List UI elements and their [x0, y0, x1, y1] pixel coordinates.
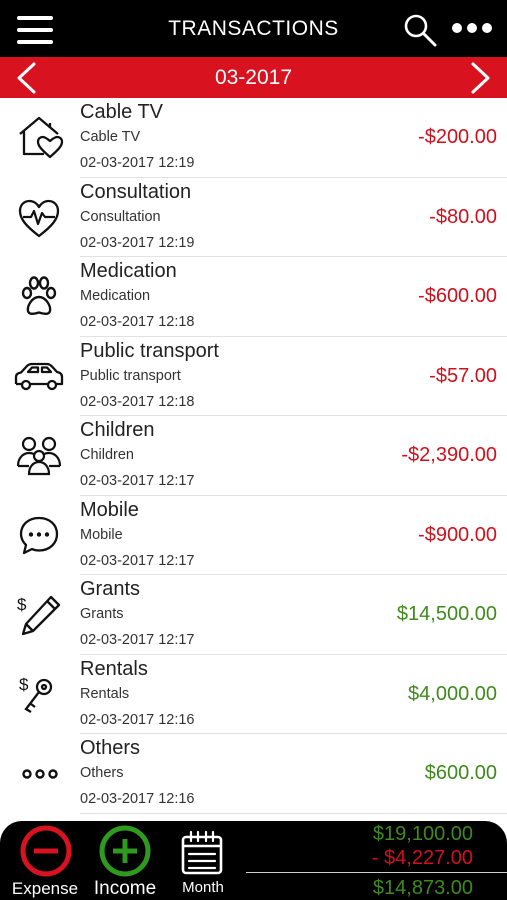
- transaction-date: 02-03-2017 12:17: [80, 552, 195, 569]
- dots-icon: [14, 750, 64, 796]
- transaction-name: Others: [80, 737, 141, 759]
- transaction-amount: -$600.00: [418, 285, 497, 307]
- current-month: 03-2017: [214, 66, 293, 89]
- expense-button[interactable]: Expense: [6, 821, 84, 900]
- transaction-row[interactable]: Others Others 02-03-2017 12:16 $600.00: [0, 734, 507, 814]
- transaction-row[interactable]: $ Grants Grants 02-03-2017 12:17 $14,500…: [0, 575, 507, 655]
- transaction-date: 02-03-2017 12:18: [80, 314, 195, 330]
- transaction-date: 02-03-2017 12:19: [80, 155, 195, 171]
- transaction-row[interactable]: Consultation Consultation 02-03-2017 12:…: [0, 178, 507, 257]
- transaction-amount: $600.00: [424, 762, 497, 784]
- income-label: Income: [93, 878, 157, 899]
- transaction-amount: $14,500.00: [396, 603, 497, 625]
- transaction-name: Cable TV: [80, 101, 164, 123]
- row-divider: [80, 812, 507, 814]
- transaction-row[interactable]: Mobile Mobile 02-03-2017 12:17 -$900.00: [0, 496, 507, 575]
- transaction-row[interactable]: $ Rentals Rentals 02-03-2017 12:16 $4,00…: [0, 655, 507, 734]
- dollar-pencil-icon: $: [14, 591, 64, 637]
- transaction-name: Children: [80, 419, 155, 441]
- transaction-name: Grants: [80, 578, 141, 600]
- transaction-note: Medication: [80, 288, 151, 304]
- search-icon[interactable]: [402, 12, 438, 48]
- transaction-note: Rentals: [80, 685, 130, 702]
- total-balance: $14,873.00: [372, 877, 473, 899]
- transaction-amount: -$900.00: [418, 523, 497, 546]
- plus-circle-icon: [98, 824, 152, 883]
- car-icon: [14, 353, 64, 399]
- transaction-row[interactable]: Public transport Public transport 02-03-…: [0, 337, 507, 416]
- transaction-name: Mobile: [80, 498, 139, 521]
- transaction-note: Mobile: [80, 526, 123, 543]
- transaction-note: Public transport: [80, 367, 181, 384]
- calendar-icon: [180, 830, 224, 881]
- transaction-date: 02-03-2017 12:17: [80, 473, 195, 489]
- transaction-row[interactable]: Cable TV Cable TV 02-03-2017 12:19 -$200…: [0, 98, 507, 178]
- transaction-amount: -$200.00: [418, 126, 497, 148]
- dollar-key-icon: $: [14, 671, 64, 717]
- total-income: $19,100.00: [372, 823, 473, 845]
- bottom-bar: Expense Income Month $19,100.00 - $4,227…: [0, 821, 507, 900]
- expense-label: Expense: [11, 879, 79, 898]
- transaction-name: Rentals: [80, 657, 148, 680]
- top-bar: TRANSACTIONS: [0, 0, 507, 57]
- month-button[interactable]: Month: [172, 821, 234, 900]
- more-dots-icon[interactable]: [450, 16, 494, 40]
- transaction-note: Grants: [80, 606, 124, 622]
- transaction-date: 02-03-2017 12:16: [80, 711, 195, 728]
- transaction-note: Children: [80, 447, 134, 463]
- family-icon: [14, 432, 64, 478]
- transaction-note: Others: [80, 765, 124, 781]
- transaction-row[interactable]: Medication Medication 02-03-2017 12:18 -…: [0, 257, 507, 337]
- transaction-name: Medication: [80, 260, 177, 282]
- chat-bubble-icon: [14, 512, 64, 558]
- transaction-date: 02-03-2017 12:17: [80, 632, 195, 648]
- transaction-amount: -$57.00: [429, 364, 497, 387]
- chevron-right-icon[interactable]: [465, 61, 495, 95]
- transaction-amount: -$80.00: [429, 205, 497, 228]
- income-button[interactable]: Income: [88, 821, 162, 900]
- transaction-date: 02-03-2017 12:18: [80, 393, 195, 410]
- heartbeat-icon: [14, 194, 64, 240]
- month-navigation-bar: 03-2017: [0, 57, 507, 98]
- totals-divider: [246, 872, 507, 873]
- month-label: Month: [182, 879, 224, 896]
- transaction-note: Consultation: [80, 208, 161, 225]
- paw-icon: [14, 273, 64, 319]
- totals-summary: $19,100.00 - $4,227.00 $14,873.00: [246, 821, 507, 900]
- transaction-list: Cable TV Cable TV 02-03-2017 12:19 -$200…: [0, 98, 507, 814]
- transaction-name: Consultation: [80, 180, 192, 203]
- transaction-name: Public transport: [80, 339, 219, 362]
- house-heart-icon: [14, 114, 64, 160]
- transaction-date: 02-03-2017 12:19: [80, 234, 195, 251]
- transaction-note: Cable TV: [80, 129, 141, 145]
- transaction-row[interactable]: Children Children 02-03-2017 12:17 -$2,3…: [0, 416, 507, 496]
- svg-text:$: $: [19, 675, 29, 694]
- svg-text:$: $: [17, 595, 27, 614]
- transaction-date: 02-03-2017 12:16: [80, 791, 195, 807]
- total-expense: - $4,227.00: [371, 847, 473, 869]
- transaction-amount: -$2,390.00: [401, 444, 497, 466]
- minus-circle-icon: [19, 824, 73, 883]
- transaction-amount: $4,000.00: [408, 682, 497, 705]
